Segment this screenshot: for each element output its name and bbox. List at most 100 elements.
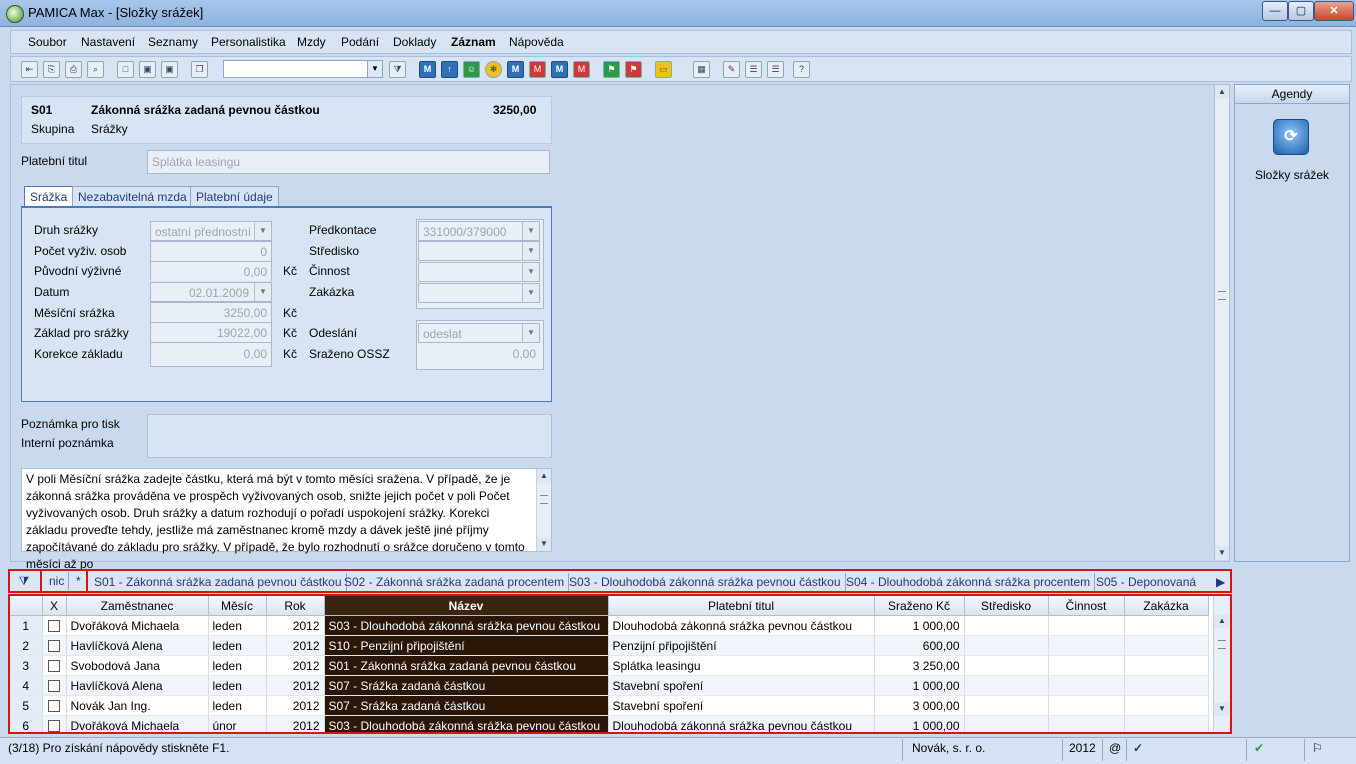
card-icon[interactable]: ☰ xyxy=(767,61,784,78)
m-red-icon[interactable]: M xyxy=(529,61,546,78)
checkbox[interactable] xyxy=(48,700,60,713)
scroll-grip[interactable] xyxy=(1218,291,1226,300)
row-checkbox[interactable] xyxy=(42,635,67,656)
person-icon[interactable]: ☺ xyxy=(463,61,480,78)
m-cross-icon[interactable]: M xyxy=(507,61,524,78)
person-up-icon[interactable]: ↑ xyxy=(441,61,458,78)
menu-podani[interactable]: Podání xyxy=(341,35,379,49)
original-field[interactable]: 0,00 xyxy=(150,261,272,281)
table-row[interactable]: 1 Dvořáková Michaela leden 2012 S03 - Dlouho… xyxy=(10,615,1209,636)
filter-tab-s01[interactable]: S01 - Zákonná srážka zadaná pevnou částk… xyxy=(90,573,347,591)
table-row[interactable]: 5 Novák Jan Ing. leden 2012 S07 - Srážka zad… xyxy=(10,695,1209,716)
header-activity[interactable]: Činnost xyxy=(1048,596,1125,616)
save-icon[interactable]: ▣ xyxy=(139,61,156,78)
tab-srazka[interactable]: Srážka xyxy=(24,186,74,207)
table-row[interactable]: 4 Havlíčková Alena leden 2012 S07 - Srážka z… xyxy=(10,675,1209,696)
maximize-button[interactable]: ▢ xyxy=(1288,1,1314,21)
row-checkbox[interactable] xyxy=(42,695,67,716)
chevron-down-icon[interactable]: ▼ xyxy=(254,222,271,240)
accessibility-icon[interactable]: ✱ xyxy=(485,61,502,78)
chevron-right-icon[interactable]: ▶ xyxy=(1212,573,1229,591)
filter-tab-nic[interactable]: nic xyxy=(45,572,70,590)
header-month[interactable]: Měsíc xyxy=(208,596,267,616)
scroll-down-icon[interactable]: ▼ xyxy=(1214,702,1230,716)
minimize-button[interactable]: — xyxy=(1262,1,1288,21)
header-center[interactable]: Středisko xyxy=(964,596,1049,616)
checkbox[interactable] xyxy=(48,640,60,653)
correction-field[interactable]: 0,00 xyxy=(150,342,272,367)
filter-tab-s04[interactable]: S04 - Dlouhodobá zákonná srážka procente… xyxy=(842,573,1096,591)
header-name[interactable]: Název xyxy=(324,596,609,616)
table-row[interactable]: 6 Dvořáková Michaela únor 2012 S03 - Dlouhod… xyxy=(10,715,1209,732)
menu-doklady[interactable]: Doklady xyxy=(393,35,436,49)
calculator-icon[interactable]: ▦ xyxy=(693,61,710,78)
menu-napoveda[interactable]: Nápověda xyxy=(509,35,564,49)
scroll-grip[interactable] xyxy=(1218,640,1226,649)
new-icon[interactable]: □ xyxy=(117,61,134,78)
chevron-down-icon[interactable]: ▼ xyxy=(254,283,271,301)
help-scrollbar[interactable]: ▲ ▼ xyxy=(536,469,551,551)
close-button[interactable]: ✕ xyxy=(1314,1,1354,21)
sending-select[interactable]: odeslat ▼ xyxy=(418,323,540,343)
type-select[interactable]: ostatní přednostní ▼ xyxy=(150,221,272,241)
menu-personalistika[interactable]: Personalistika xyxy=(211,35,286,49)
date-field[interactable]: 02.01.2009 ▼ xyxy=(150,282,272,302)
help-icon[interactable]: ? xyxy=(793,61,810,78)
menu-mzdy[interactable]: Mzdy xyxy=(297,35,326,49)
agenda-item-label[interactable]: Složky srážek xyxy=(1235,168,1349,182)
menu-nastaveni[interactable]: Nastavení xyxy=(81,35,135,49)
header-payment-title[interactable]: Platební titul xyxy=(608,596,875,616)
list-icon[interactable]: ☰ xyxy=(745,61,762,78)
order-select[interactable]: ▼ xyxy=(418,283,540,303)
header-amount[interactable]: Sraženo Kč xyxy=(874,596,965,616)
filter-icon[interactable]: ⧩ xyxy=(389,61,406,78)
duplicate-icon[interactable]: ❐ xyxy=(191,61,208,78)
filter-tab-s03[interactable]: S03 - Dlouhodobá zákonná srážka pevnou č… xyxy=(565,573,846,591)
row-checkbox[interactable] xyxy=(42,715,67,732)
scroll-down-icon[interactable]: ▼ xyxy=(1215,546,1229,560)
deductions-icon[interactable]: ⟳ xyxy=(1273,119,1309,155)
folder-icon[interactable]: ▭ xyxy=(655,61,672,78)
scroll-up-icon[interactable]: ▲ xyxy=(537,469,551,483)
filter-tab-all[interactable]: * xyxy=(72,572,85,590)
filter-tab-s02[interactable]: S02 - Zákonná srážka zadaná procentem xyxy=(340,573,570,591)
row-checkbox[interactable] xyxy=(42,615,67,636)
header-year[interactable]: Rok xyxy=(266,596,325,616)
checkbox[interactable] xyxy=(48,680,60,693)
menu-zaznam[interactable]: Záznam xyxy=(451,35,496,49)
header-x[interactable]: X xyxy=(42,596,67,616)
row-checkbox[interactable] xyxy=(42,675,67,696)
precontract-select[interactable]: 331000/379000 ▼ xyxy=(418,221,540,241)
checkbox[interactable] xyxy=(48,660,60,673)
m-icon[interactable]: M xyxy=(419,61,436,78)
tab-platebni-udaje[interactable]: Platební údaje xyxy=(190,186,279,207)
table-row[interactable]: 2 Havlíčková Alena leden 2012 S10 - Penzijní… xyxy=(10,635,1209,656)
check-circle-icon[interactable]: ✔ xyxy=(1254,741,1264,755)
center-select[interactable]: ▼ xyxy=(418,241,540,261)
m-alt-icon[interactable]: M xyxy=(551,61,568,78)
chevron-down-icon[interactable]: ▼ xyxy=(522,284,539,302)
monthly-field[interactable]: 3250,00 xyxy=(150,302,272,322)
dependents-field[interactable]: 0 xyxy=(150,241,272,261)
scroll-down-icon[interactable]: ▼ xyxy=(537,537,551,551)
flag-status-icon[interactable]: ⚐ xyxy=(1312,741,1323,755)
menu-seznamy[interactable]: Seznamy xyxy=(148,35,198,49)
main-scrollbar[interactable]: ▲ ▼ xyxy=(1214,85,1229,560)
first-record-icon[interactable]: ⇤ xyxy=(21,61,38,78)
comment-icon[interactable]: ✎ xyxy=(723,61,740,78)
notes-field[interactable] xyxy=(147,414,552,458)
signature-icon[interactable]: ✓ xyxy=(1133,741,1143,755)
header-employee[interactable]: Zaměstnanec xyxy=(66,596,209,616)
base-field[interactable]: 19022,00 xyxy=(150,322,272,342)
filter-icon[interactable]: ⧩ xyxy=(10,571,38,591)
save-all-icon[interactable]: ▣ xyxy=(161,61,178,78)
row-checkbox[interactable] xyxy=(42,655,67,676)
chevron-down-icon[interactable]: ▼ xyxy=(522,324,539,342)
chevron-down-icon[interactable]: ▼ xyxy=(522,222,539,240)
chevron-down-icon[interactable]: ▼ xyxy=(522,263,539,281)
payment-title-field[interactable]: Splátka leasingu xyxy=(147,150,550,174)
filter-tab-s05[interactable]: S05 - Deponovaná xyxy=(1092,573,1200,591)
tab-nezabavitelna-mzda[interactable]: Nezabavitelná mzda xyxy=(72,186,193,207)
print-preview-icon[interactable]: ⌕ xyxy=(87,61,104,78)
toolbar-combo[interactable]: ▼ xyxy=(223,60,383,78)
